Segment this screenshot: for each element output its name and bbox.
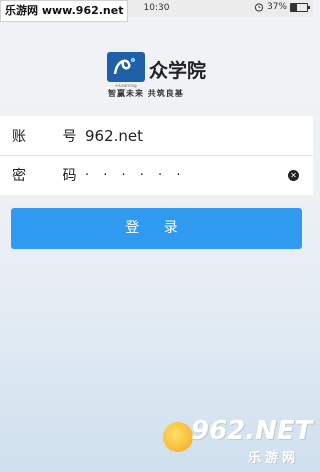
clear-icon[interactable]: ✕ — [288, 170, 299, 181]
battery-fill — [291, 3, 297, 11]
logo-name: 众学院 — [149, 60, 207, 82]
account-input[interactable]: 962.net — [85, 127, 143, 145]
watermark-bottom: 962.NET 乐游网 — [163, 416, 312, 466]
login-button[interactable]: 登 录 — [11, 208, 302, 249]
watermark-small: 乐游网 — [247, 451, 299, 466]
password-label: 密 码 — [12, 168, 93, 184]
watermark-big: 962.NET — [191, 416, 313, 446]
password-row[interactable]: 密 码 · · · · · · ✕ — [0, 155, 313, 194]
logo-slogan: 智赢未来 共筑良基 — [108, 89, 184, 98]
status-right: 37% — [254, 2, 310, 12]
alarm-icon — [254, 3, 264, 12]
account-label: 账 号 — [12, 128, 93, 145]
logo-swirl-icon — [113, 57, 136, 75]
battery-icon — [290, 2, 310, 12]
watermark-top: 乐游网 www.962.net — [0, 0, 129, 22]
password-input[interactable]: · · · · · · — [85, 168, 185, 183]
watermark-logo-icon — [163, 422, 193, 452]
logo-mark-icon — [107, 52, 145, 82]
app-logo: e-Learning 众学院 智赢未来 共筑良基 — [107, 52, 207, 104]
account-row[interactable]: 账 号 962.net — [0, 116, 313, 155]
login-form: 账 号 962.net 密 码 · · · · · · ✕ — [0, 116, 313, 195]
battery-percent: 37% — [266, 2, 287, 12]
